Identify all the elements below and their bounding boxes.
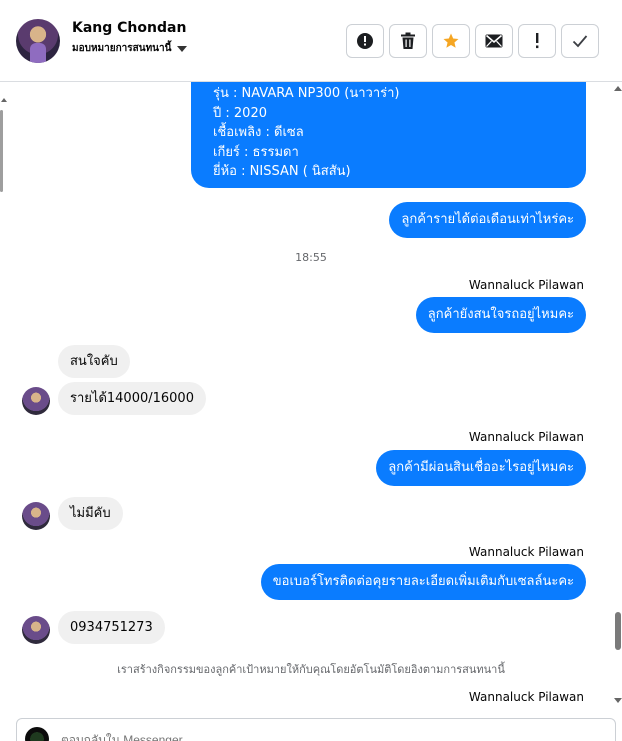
contact-avatar-small <box>22 387 50 415</box>
car-brand-line: ยี่ห้อ : NISSAN ( นิสสัน) <box>213 164 351 179</box>
delete-button[interactable] <box>389 24 427 58</box>
sender-name: Wannaluck Pilawan <box>468 278 584 292</box>
star-icon <box>443 33 459 48</box>
exclamation-circle-icon <box>357 33 373 49</box>
incoming-message: ไม่มีคับ <box>58 497 123 530</box>
sender-name: Wannaluck Pilawan <box>468 690 584 704</box>
star-button[interactable] <box>432 24 470 58</box>
message-timestamp: 18:55 <box>295 251 327 264</box>
conversation-header: Kang Chondan มอบหมายการสนทนานี้ <box>0 0 622 82</box>
incoming-message: รายได้14000/16000 <box>58 382 206 415</box>
system-notice: เราสร้างกิจกรรมของลูกค้าเป้าหมายให้กับคุ… <box>117 663 505 676</box>
exclamation-icon <box>536 33 539 49</box>
message-thread[interactable]: รุ่น : NAVARA NP300 (นาวาร่า) ปี : 2020 … <box>0 82 622 712</box>
assign-label: มอบหมายการสนทนานี้ <box>72 43 172 54</box>
left-scrollbar-thumb[interactable] <box>0 110 3 192</box>
sender-name: Wannaluck Pilawan <box>468 545 584 559</box>
contact-avatar[interactable] <box>16 19 60 63</box>
car-fuel-line: เชื้อเพลิง : ดีเซล <box>213 125 304 140</box>
left-scroll-up-arrow-icon[interactable] <box>1 98 7 102</box>
contact-avatar-small <box>22 502 50 530</box>
header-actions <box>346 24 599 58</box>
car-info-message: รุ่น : NAVARA NP300 (นาวาร่า) ปี : 2020 … <box>191 82 586 188</box>
message-composer[interactable] <box>16 718 616 741</box>
contact-name[interactable]: Kang Chondan <box>72 20 186 36</box>
incoming-message: สนใจคับ <box>58 345 130 378</box>
car-gear-line: เกียร์ : ธรรมดา <box>213 144 299 160</box>
outgoing-message: ลูกค้ายังสนใจรถอยู่ไหมคะ <box>415 297 586 333</box>
scrollbar-thumb[interactable] <box>615 612 621 650</box>
mark-done-button[interactable] <box>561 24 599 58</box>
car-year-line: ปี : 2020 <box>213 105 267 121</box>
outgoing-message: ขอเบอร์โทรติดต่อคุยรายละเอียดเพิ่มเติมกั… <box>260 564 586 600</box>
trash-icon <box>401 32 415 49</box>
assign-conversation-dropdown[interactable]: มอบหมายการสนทนานี้ <box>72 41 188 56</box>
reply-input[interactable] <box>61 733 461 741</box>
outgoing-message: ลูกค้ารายได้ต่อเดือนเท่าไหร่คะ <box>389 202 586 238</box>
page-avatar <box>25 727 49 741</box>
scroll-up-arrow-icon[interactable] <box>614 86 622 91</box>
outgoing-message: ลูกค้ามีผ่อนสินเชื่ออะไรอยู่ไหมคะ <box>376 450 586 486</box>
envelope-icon <box>485 34 503 48</box>
follow-up-button[interactable] <box>518 24 556 58</box>
incoming-message: 0934751273 <box>58 611 165 644</box>
car-model-line: รุ่น : NAVARA NP300 (นาวาร่า) <box>213 86 400 101</box>
contact-avatar-small <box>22 616 50 644</box>
caret-down-icon <box>177 45 188 52</box>
sender-name: Wannaluck Pilawan <box>468 430 584 444</box>
checkmark-icon <box>572 35 588 48</box>
mark-spam-button[interactable] <box>346 24 384 58</box>
mark-unread-button[interactable] <box>475 24 513 58</box>
scroll-down-arrow-icon[interactable] <box>614 698 622 703</box>
